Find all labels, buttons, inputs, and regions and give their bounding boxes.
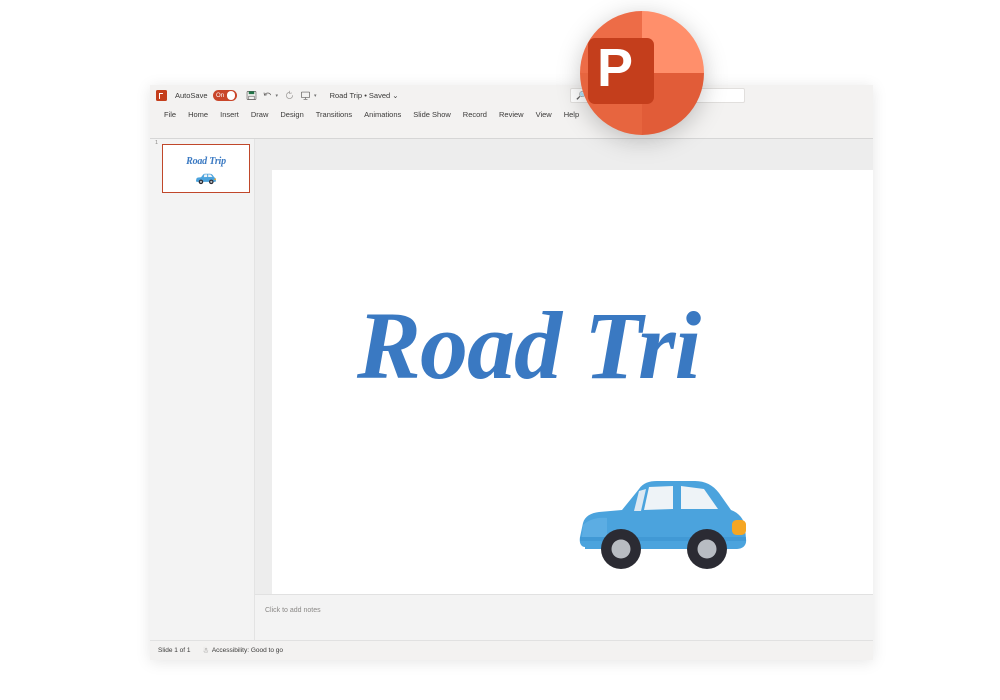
tab-design[interactable]: Design: [274, 106, 309, 124]
toggle-knob: [226, 91, 236, 100]
thumbnail-number: 1: [155, 140, 159, 146]
slide-editing-surface[interactable]: Road Tri: [272, 170, 873, 617]
document-name: Road Trip: [329, 91, 363, 100]
notes-placeholder: Click to add notes: [265, 607, 321, 614]
slide-count-label: Slide 1 of 1: [158, 647, 191, 654]
tab-home[interactable]: Home: [182, 106, 214, 124]
save-state: Saved: [368, 91, 391, 100]
tab-draw[interactable]: Draw: [245, 106, 275, 124]
save-icon[interactable]: [245, 89, 258, 102]
thumbnail-item[interactable]: 1 Road Trip: [155, 140, 250, 193]
redo-icon[interactable]: [283, 89, 296, 102]
thumbnail-slide-1[interactable]: Road Trip: [162, 144, 250, 193]
title-separator: •: [364, 91, 367, 100]
logo-letter-p: P: [597, 38, 633, 98]
undo-dropdown-icon[interactable]: ▾: [276, 93, 279, 99]
tab-review[interactable]: Review: [493, 106, 530, 124]
status-bar: Slide 1 of 1 ☃ Accessibility: Good to go…: [150, 640, 873, 660]
customize-quick-access-icon[interactable]: ▾: [314, 93, 317, 99]
tab-slide-show[interactable]: Slide Show: [407, 106, 457, 124]
powerpoint-logo-icon: P: [580, 11, 704, 135]
slide-canvas-area: Road Tri: [255, 139, 873, 640]
powerpoint-window: AutoSave On ▾ ▾ Road Trip • Saved ⌄ 🔍 Fi…: [150, 85, 873, 660]
start-presentation-icon[interactable]: [299, 89, 312, 102]
thumbnail-car-icon: [196, 173, 216, 185]
tab-file[interactable]: File: [158, 106, 182, 124]
screen: AutoSave On ▾ ▾ Road Trip • Saved ⌄ 🔍 Fi…: [0, 0, 1000, 700]
autosave-label: AutoSave: [175, 91, 208, 100]
autosave-toggle[interactable]: On: [212, 90, 237, 101]
ribbon-tab-bar: File Home Insert Draw Design Transitions…: [150, 106, 873, 124]
tab-animations[interactable]: Animations: [358, 106, 407, 124]
document-title[interactable]: Road Trip • Saved ⌄: [330, 91, 399, 100]
undo-icon[interactable]: [261, 89, 274, 102]
car-emoji-icon[interactable]: [577, 475, 749, 575]
accessibility-icon: ☃: [202, 647, 209, 655]
tab-insert[interactable]: Insert: [214, 106, 245, 124]
tab-record[interactable]: Record: [457, 106, 493, 124]
tab-transitions[interactable]: Transitions: [310, 106, 358, 124]
tab-view[interactable]: View: [530, 106, 558, 124]
accessibility-label: Accessibility: Good to go: [211, 647, 283, 654]
slide-count-indicator[interactable]: Slide 1 of 1: [158, 647, 191, 654]
notes-pane[interactable]: Click to add notes: [255, 594, 873, 640]
thumbnail-title: Road Trip: [186, 156, 226, 167]
slide-thumbnail-pane[interactable]: 1 Road Trip: [150, 139, 255, 640]
title-dropdown-icon[interactable]: ⌄: [392, 91, 398, 100]
accessibility-status[interactable]: ☃ Accessibility: Good to go: [203, 647, 283, 655]
slide-title-text[interactable]: Road Tri: [357, 298, 701, 394]
window-inner: AutoSave On ▾ ▾ Road Trip • Saved ⌄ 🔍 Fi…: [150, 85, 873, 660]
ribbon-content: [150, 124, 873, 139]
autosave-state: On: [216, 92, 225, 99]
powerpoint-icon: [156, 90, 167, 101]
title-bar: AutoSave On ▾ ▾ Road Trip • Saved ⌄ 🔍: [150, 85, 873, 106]
